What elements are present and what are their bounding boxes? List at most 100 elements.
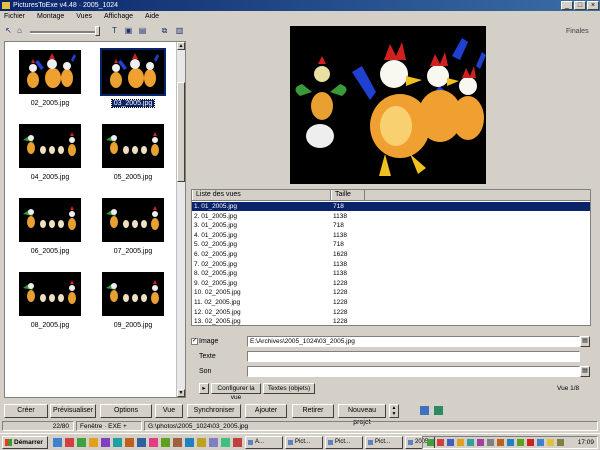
text-objects-button[interactable]: Textes (objets): [263, 383, 315, 394]
thumbnail-image[interactable]: [19, 124, 81, 168]
column-header-name[interactable]: Liste des vues: [192, 190, 331, 200]
thumbnail-item[interactable]: 03_2005.jpg: [98, 46, 168, 118]
menu-montage[interactable]: Montage: [37, 11, 64, 22]
thumbnail-item[interactable]: 05_2005.jpg: [98, 120, 168, 192]
son-input[interactable]: [247, 366, 580, 377]
spin-button[interactable]: ▲ ▼: [389, 404, 399, 418]
remove-button[interactable]: Retirer: [292, 404, 334, 418]
tray-icon[interactable]: [537, 439, 544, 446]
file-list-row[interactable]: 3. 01_2005.jpg 718: [192, 221, 590, 230]
son-browse-button[interactable]: ▤: [580, 366, 590, 377]
create-button[interactable]: Créer: [4, 404, 48, 418]
tray-icon[interactable]: [487, 439, 494, 446]
quicklaunch-app-icon[interactable]: [149, 438, 158, 447]
file-list-row[interactable]: 5. 02_2005.jpg 718: [192, 240, 590, 249]
quicklaunch-app-icon[interactable]: [221, 438, 230, 447]
column-header-size[interactable]: Taille: [331, 190, 365, 200]
maximize-button[interactable]: □: [574, 1, 586, 10]
quicklaunch-app-icon[interactable]: [65, 438, 74, 447]
taskbar-task-button[interactable]: Pict...: [365, 436, 403, 449]
minimize-button[interactable]: _: [561, 1, 573, 10]
quicklaunch-app-icon[interactable]: [185, 438, 194, 447]
thumbnail-image[interactable]: [102, 198, 164, 242]
taskbar-task-button[interactable]: Pict...: [325, 436, 363, 449]
quicklaunch-app-icon[interactable]: [197, 438, 206, 447]
file-list-row[interactable]: 11. 02_2005.jpg 1228: [192, 298, 590, 307]
quicklaunch-app-icon[interactable]: [89, 438, 98, 447]
image-icon[interactable]: ▣: [124, 26, 133, 35]
synchronize-button[interactable]: Synchroniser: [187, 404, 241, 418]
tray-icon[interactable]: [547, 439, 554, 446]
preview-icon[interactable]: ▤: [138, 26, 147, 35]
configure-slide-button[interactable]: Configurer la vue: [211, 383, 261, 401]
thumbnail-size-slider[interactable]: [30, 31, 98, 34]
folder-icon[interactable]: ⌂: [15, 26, 24, 35]
thumbnail-item[interactable]: 06_2005.jpg: [15, 194, 85, 266]
thumbnail-image[interactable]: [100, 48, 166, 96]
thumbnail-item[interactable]: 09_2005.jpg: [98, 268, 168, 340]
menu-fichier[interactable]: Fichier: [4, 11, 25, 22]
file-list-row[interactable]: 6. 02_2005.jpg 1628: [192, 250, 590, 259]
add-button[interactable]: Ajouter: [245, 404, 287, 418]
thumbnail-scrollbar[interactable]: ▲ ▼: [176, 42, 185, 397]
quicklaunch-app-icon[interactable]: [161, 438, 170, 447]
slider-handle[interactable]: [95, 26, 100, 36]
quicklaunch-app-icon[interactable]: [173, 438, 182, 447]
file-list-row[interactable]: 4. 01_2005.jpg 1138: [192, 231, 590, 240]
tray-icon[interactable]: [517, 439, 524, 446]
thumbnail-image[interactable]: [19, 50, 81, 94]
info-icon[interactable]: [420, 406, 429, 415]
quicklaunch-app-icon[interactable]: [113, 438, 122, 447]
quicklaunch-app-icon[interactable]: [125, 438, 134, 447]
taskbar-clock[interactable]: 17:09: [578, 437, 594, 448]
thumbnail-item[interactable]: 02_2005.jpg: [15, 46, 85, 118]
save-icon[interactable]: ▥: [175, 26, 184, 35]
image-browse-button[interactable]: ▤: [580, 336, 590, 347]
thumbnail-image[interactable]: [19, 198, 81, 242]
quicklaunch-app-icon[interactable]: [233, 438, 242, 447]
quicklaunch-ie-icon[interactable]: [53, 438, 62, 447]
menu-affichage[interactable]: Affichage: [104, 11, 133, 22]
tray-icon[interactable]: [457, 439, 464, 446]
scroll-thumb[interactable]: [177, 82, 185, 182]
thumbnail-image[interactable]: [102, 272, 164, 316]
view-button[interactable]: Vue: [155, 404, 183, 418]
image-path-input[interactable]: E:\Archives\2005_1024\03_2005.jpg: [247, 336, 580, 347]
tray-icon[interactable]: [437, 439, 444, 446]
taskbar-task-button[interactable]: A...: [245, 436, 283, 449]
tray-icon[interactable]: [497, 439, 504, 446]
scroll-down-arrow[interactable]: ▼: [177, 389, 185, 397]
menu-aide[interactable]: Aide: [145, 11, 159, 22]
file-list-row[interactable]: 10. 02_2005.jpg 1228: [192, 288, 590, 297]
copy-icon[interactable]: ⧉: [160, 26, 169, 35]
quicklaunch-app-icon[interactable]: [101, 438, 110, 447]
thumbnail-image[interactable]: [19, 272, 81, 316]
quicklaunch-app-icon[interactable]: [209, 438, 218, 447]
thumbnail-item[interactable]: 08_2005.jpg: [15, 268, 85, 340]
quicklaunch-app-icon[interactable]: [77, 438, 86, 447]
tray-icon[interactable]: [507, 439, 514, 446]
preview-button[interactable]: Prévisualiser: [50, 404, 96, 418]
thumbnail-item[interactable]: 04_2005.jpg: [15, 120, 85, 192]
thumbnail-image[interactable]: [102, 124, 164, 168]
help-icon[interactable]: [434, 406, 443, 415]
tray-icon[interactable]: [557, 439, 564, 446]
text-icon[interactable]: T: [110, 26, 119, 35]
file-list-row[interactable]: 7. 02_2005.jpg 1138: [192, 260, 590, 269]
file-list-row[interactable]: 1. 01_2005.jpg 718: [192, 202, 590, 211]
menu-vues[interactable]: Vues: [76, 11, 92, 22]
tray-icon[interactable]: [447, 439, 454, 446]
file-list-row[interactable]: 13. 02_2005.jpg 1228: [192, 317, 590, 325]
tray-icon[interactable]: [427, 439, 434, 446]
pointer-icon[interactable]: ↖: [4, 26, 13, 35]
options-button[interactable]: Options: [100, 404, 152, 418]
file-list-row[interactable]: 9. 02_2005.jpg 1228: [192, 279, 590, 288]
taskbar-task-button[interactable]: Pict...: [285, 436, 323, 449]
thumbnail-item[interactable]: 07_2005.jpg: [98, 194, 168, 266]
new-project-button[interactable]: Nouveau projet: [338, 404, 386, 426]
options-arrow-button[interactable]: ▸: [199, 383, 209, 394]
file-list-row[interactable]: 8. 02_2005.jpg 1138: [192, 269, 590, 278]
tray-icon[interactable]: [477, 439, 484, 446]
scroll-up-arrow[interactable]: ▲: [177, 42, 185, 50]
file-list-row[interactable]: 12. 02_2005.jpg 1228: [192, 308, 590, 317]
